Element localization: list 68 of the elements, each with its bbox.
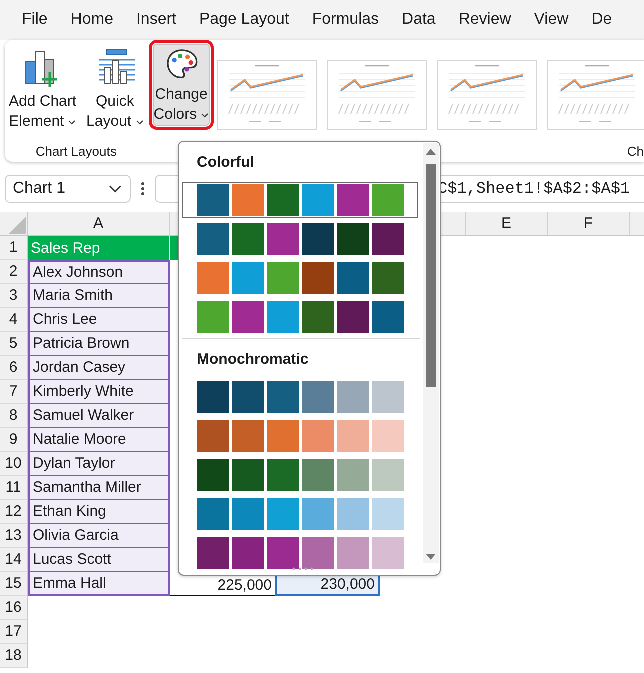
menu-tab[interactable]: Review bbox=[458, 11, 512, 29]
row-header[interactable]: 2 bbox=[0, 260, 28, 284]
table-cell: Dylan Taylor bbox=[28, 452, 170, 476]
chart-style-thumbnail[interactable] bbox=[437, 60, 538, 130]
table-cell: Alex Johnson bbox=[28, 260, 170, 284]
scroll-up-icon[interactable] bbox=[425, 148, 437, 156]
column-header[interactable]: A bbox=[28, 212, 170, 235]
row-header[interactable]: 17 bbox=[0, 620, 28, 644]
chart-style-thumbnail[interactable] bbox=[217, 60, 318, 130]
group-label: Ch bbox=[627, 144, 644, 159]
column-header[interactable]: F bbox=[548, 212, 630, 235]
header-cell: Sales Rep bbox=[28, 236, 170, 260]
add-chart-element-button[interactable]: Add Chart Element bbox=[5, 46, 81, 134]
chevron-icon bbox=[109, 185, 122, 193]
chevron-icon bbox=[68, 120, 76, 125]
chevron-icon bbox=[136, 120, 144, 125]
scrollbar-thumb[interactable] bbox=[426, 164, 436, 387]
menu-tab[interactable]: Home bbox=[70, 11, 114, 29]
table-cell: Natalie Moore bbox=[28, 428, 170, 452]
table-cell: Lucas Scott bbox=[28, 548, 170, 572]
row-header[interactable]: 11 bbox=[0, 476, 28, 500]
section-title: Colorful bbox=[197, 154, 254, 170]
row-header[interactable]: 3 bbox=[0, 284, 28, 308]
menu-tab[interactable]: File bbox=[22, 11, 48, 29]
chart-style-thumbnail[interactable] bbox=[327, 60, 428, 130]
menu-tab[interactable]: Insert bbox=[136, 11, 176, 29]
name-box[interactable]: Chart 1 bbox=[5, 175, 131, 203]
row-header[interactable]: 18 bbox=[0, 644, 28, 668]
table-cell: Ethan King bbox=[28, 500, 170, 524]
section-title: Monochromatic bbox=[197, 350, 309, 368]
table-cell: Chris Lee bbox=[28, 308, 170, 332]
scroll-down-icon[interactable] bbox=[425, 553, 437, 561]
chart-style-thumbnail[interactable] bbox=[547, 60, 644, 130]
table-cell: Maria Smith bbox=[28, 284, 170, 308]
row-header[interactable]: 1 bbox=[0, 236, 28, 260]
menu-tab[interactable]: Formulas bbox=[312, 11, 380, 29]
more-icon[interactable] bbox=[141, 181, 145, 197]
table-cell: Emma Hall bbox=[28, 572, 170, 596]
row-header[interactable]: 15 bbox=[0, 572, 28, 596]
row-header[interactable]: 5 bbox=[0, 332, 28, 356]
color-palette-option[interactable] bbox=[182, 182, 418, 218]
menu-tab[interactable]: Data bbox=[402, 11, 436, 29]
quick-layout-button[interactable]: Quick Layout bbox=[82, 46, 148, 134]
resize-grip-icon[interactable] bbox=[291, 567, 315, 571]
table-cell: Kimberly White bbox=[28, 380, 170, 404]
column-header[interactable]: E bbox=[466, 212, 548, 235]
row-header[interactable]: 9 bbox=[0, 428, 28, 452]
row-header[interactable]: 8 bbox=[0, 404, 28, 428]
chevron-icon bbox=[201, 112, 210, 118]
table-cell: Jordan Casey bbox=[28, 356, 170, 380]
menu-tab[interactable]: De bbox=[592, 11, 612, 29]
row-header[interactable]: 4 bbox=[0, 308, 28, 332]
table-cell: Olivia Garcia bbox=[28, 524, 170, 548]
scrollbar[interactable] bbox=[423, 143, 439, 563]
table-cell: Samantha Miller bbox=[28, 476, 170, 500]
row-header[interactable]: 12 bbox=[0, 500, 28, 524]
row-header[interactable]: 7 bbox=[0, 380, 28, 404]
menu-tab[interactable]: Page Layout bbox=[199, 11, 290, 29]
table-cell: Patricia Brown bbox=[28, 332, 170, 356]
group-label: Chart Layouts bbox=[36, 144, 117, 159]
row-header[interactable]: 10 bbox=[0, 452, 28, 476]
row-header[interactable]: 6 bbox=[0, 356, 28, 380]
palette-icon bbox=[164, 48, 199, 81]
row-header[interactable]: 14 bbox=[0, 548, 28, 572]
table-cell: Samuel Walker bbox=[28, 404, 170, 428]
row-header[interactable]: 13 bbox=[0, 524, 28, 548]
menu-tab[interactable]: View bbox=[534, 11, 569, 29]
row-header[interactable]: 16 bbox=[0, 596, 28, 620]
